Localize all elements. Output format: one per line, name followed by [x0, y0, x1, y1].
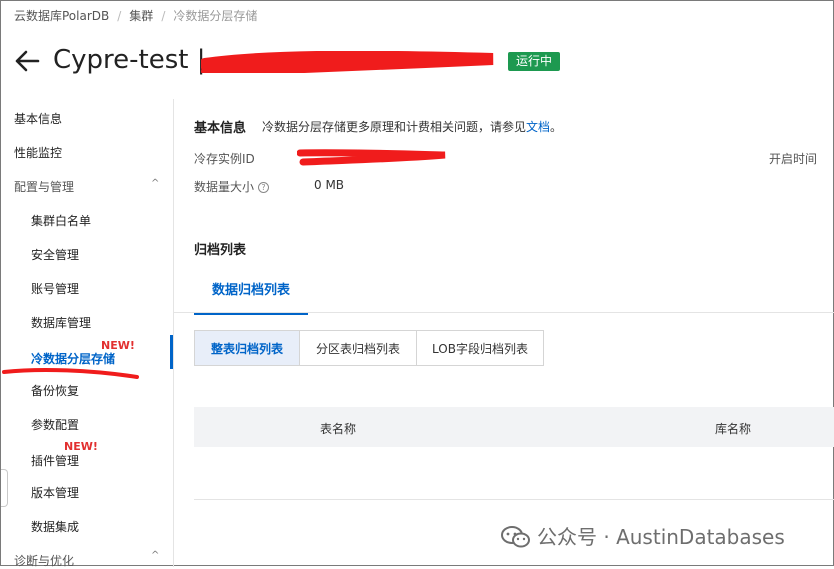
page-title: Cypre-test | [53, 45, 206, 75]
description-period: 。 [550, 120, 563, 134]
basic-info-description: 冷数据分层存储更多原理和计费相关问题，请参见文档。 [262, 118, 562, 135]
data-size-value: 0 MB [314, 178, 345, 192]
help-icon[interactable]: ? [258, 182, 270, 193]
column-table-name: 表名称 [320, 422, 357, 436]
sidebar-collapse-handle[interactable] [1, 469, 8, 507]
breadcrumb-separator: / [161, 9, 166, 23]
segment-full-table-archive[interactable]: 整表归档列表 [194, 330, 300, 366]
data-size-label-text: 数据量大小 [194, 180, 255, 194]
breadcrumb: 云数据库PolarDB / 集群 / 冷数据分层存储 [14, 7, 257, 24]
sidebar [1, 99, 174, 567]
status-badge: 运行中 [508, 52, 561, 71]
segment-partition-table-archive[interactable]: 分区表归档列表 [299, 330, 417, 366]
chevron-up-icon[interactable]: ^ [151, 178, 159, 189]
sidebar-group-diagnosis[interactable]: 诊断与优化 [14, 552, 74, 569]
sidebar-item-parameters[interactable]: 参数配置 [31, 416, 79, 433]
sidebar-group-config[interactable]: 配置与管理 [14, 178, 74, 195]
sidebar-item-basic-info[interactable]: 基本信息 [14, 110, 62, 127]
column-database-name: 库名称 [715, 422, 752, 436]
sidebar-item-plugins[interactable]: 插件管理 [31, 452, 79, 469]
segment-lob-field-archive[interactable]: LOB字段归档列表 [416, 330, 544, 366]
annotation-underline [2, 367, 139, 379]
tab-divider [174, 312, 834, 313]
sidebar-item-performance[interactable]: 性能监控 [14, 144, 62, 161]
breadcrumb-separator: / [117, 9, 122, 23]
sidebar-item-databases[interactable]: 数据库管理 [31, 314, 91, 331]
table-divider [194, 499, 834, 500]
tab-data-archive-list[interactable]: 数据归档列表 [194, 269, 308, 315]
wechat-icon [501, 526, 530, 548]
sidebar-item-security[interactable]: 安全管理 [31, 246, 79, 263]
doc-link[interactable]: 文档 [526, 120, 550, 134]
sidebar-item-data-integration[interactable]: 数据集成 [31, 518, 79, 535]
archive-list-title: 归档列表 [194, 243, 247, 258]
back-arrow-icon[interactable] [13, 46, 41, 76]
data-size-label: 数据量大小? [194, 178, 270, 195]
watermark: 公众号 · AustinDatabases [501, 521, 785, 550]
watermark-text: 公众号 · AustinDatabases [537, 525, 785, 549]
sidebar-item-whitelist[interactable]: 集群白名单 [31, 212, 91, 229]
redaction-mark [297, 149, 446, 166]
start-time-label: 开启时间 [769, 152, 818, 166]
chevron-up-icon[interactable]: ^ [151, 550, 159, 561]
breadcrumb-current: 冷数据分层存储 [173, 9, 258, 23]
breadcrumb-cluster[interactable]: 集群 [129, 9, 153, 23]
sidebar-item-versions[interactable]: 版本管理 [31, 484, 79, 501]
instance-id-label: 冷存实例ID [194, 152, 255, 166]
sidebar-item-accounts[interactable]: 账号管理 [31, 280, 79, 297]
basic-info-title: 基本信息 [194, 121, 247, 136]
breadcrumb-polardb[interactable]: 云数据库PolarDB [14, 9, 109, 23]
description-text: 冷数据分层存储更多原理和计费相关问题，请参见 [262, 120, 527, 134]
redaction-mark [201, 51, 494, 73]
active-indicator [170, 335, 173, 369]
sidebar-item-backup[interactable]: 备份恢复 [31, 382, 79, 399]
